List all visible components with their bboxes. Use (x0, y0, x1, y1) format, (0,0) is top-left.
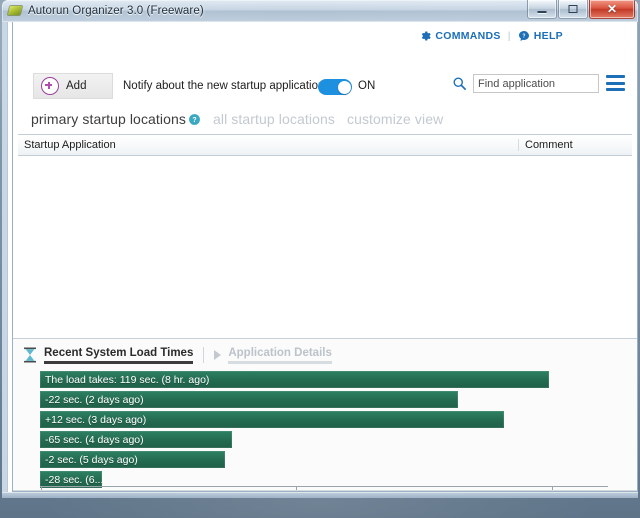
view-tabs: primary startup locations? all startup l… (13, 106, 637, 132)
load-times-chart: The load takes: 119 sec. (8 hr. ago) -22… (13, 369, 637, 491)
tab-all-startup-locations[interactable]: all startup locations (213, 111, 335, 127)
chart-bar-label: -22 sec. (2 days ago) (45, 393, 144, 406)
add-button-label: Add (66, 80, 87, 92)
hamburger-menu-icon[interactable] (606, 75, 625, 91)
tab-customize-view[interactable]: customize view (347, 111, 443, 127)
help-label: HELP (533, 30, 563, 42)
chart-bar-label: -2 sec. (5 days ago) (45, 453, 138, 466)
svg-text:?: ? (192, 117, 196, 124)
dock-tabs: Recent System Load Times Application Det… (13, 343, 637, 367)
minimize-button[interactable] (527, 0, 557, 19)
window-inner: COMMANDS | ? HELP Add Notify about the n… (12, 22, 638, 492)
top-links: COMMANDS | ? HELP (419, 30, 563, 42)
help-button[interactable]: ? HELP (518, 30, 563, 42)
application-window: Autorun Organizer 3.0 (Freeware) ✕ COMMA… (2, 0, 638, 514)
chart-bar: -65 sec. (4 days ago) (40, 431, 232, 448)
plus-circle-icon (41, 77, 59, 95)
commands-button[interactable]: COMMANDS (419, 30, 500, 42)
svg-text:?: ? (522, 33, 525, 39)
list-header: Startup Application Comment (18, 134, 632, 156)
bottom-dock: Recent System Load Times Application Det… (13, 338, 637, 491)
window-controls[interactable]: ✕ (527, 0, 635, 19)
chart-bar-label: +12 sec. (3 days ago) (45, 413, 147, 426)
close-button[interactable]: ✕ (589, 0, 635, 19)
maximize-button[interactable] (558, 0, 588, 19)
chart-bar: +12 sec. (3 days ago) (40, 411, 504, 428)
window-bottom-edge (2, 492, 638, 498)
add-button[interactable]: Add (33, 73, 113, 99)
dock-tab-separator (203, 347, 205, 363)
column-header-startup-application[interactable]: Startup Application (18, 139, 518, 151)
help-bubble-icon: ? (518, 30, 530, 42)
search-area (452, 74, 599, 93)
tab-primary-startup-locations[interactable]: primary startup locations? (31, 111, 201, 127)
notify-toggle[interactable] (318, 79, 352, 95)
chart-plot-area: The load takes: 119 sec. (8 hr. ago) -22… (40, 371, 608, 488)
window-client-area: COMMANDS | ? HELP Add Notify about the n… (2, 22, 638, 492)
window-title: Autorun Organizer 3.0 (Freeware) (28, 5, 204, 17)
search-icon[interactable] (452, 76, 467, 91)
dock-tab-application-details[interactable]: Application Details (228, 347, 332, 364)
chart-bar: -22 sec. (2 days ago) (40, 391, 458, 408)
toggle-state-label: ON (358, 80, 376, 92)
question-mark-icon[interactable]: ? (188, 113, 201, 126)
hourglass-icon (23, 347, 37, 363)
title-bar[interactable]: Autorun Organizer 3.0 (Freeware) ✕ (2, 0, 638, 22)
commands-label: COMMANDS (435, 30, 501, 42)
chart-bar: -2 sec. (5 days ago) (40, 451, 225, 468)
tab-primary-label: primary startup locations (31, 111, 187, 127)
chart-x-axis (40, 486, 608, 487)
gear-icon (419, 30, 431, 42)
links-separator: | (507, 30, 511, 42)
chart-bar-label: -65 sec. (4 days ago) (45, 433, 144, 446)
startup-application-list[interactable] (18, 156, 632, 336)
column-header-comment[interactable]: Comment (518, 139, 631, 151)
search-input[interactable] (473, 74, 599, 93)
dock-tab-recent-system-load-times[interactable]: Recent System Load Times (44, 347, 194, 364)
chart-bar-label: The load takes: 119 sec. (8 hr. ago) (45, 373, 210, 386)
notify-label: Notify about the new startup application… (123, 80, 331, 92)
app-icon (7, 5, 23, 17)
chart-bar-label: -28 sec. (6... (45, 473, 104, 486)
toolbar: COMMANDS | ? HELP Add Notify about the n… (13, 22, 637, 99)
toggle-knob (337, 80, 351, 94)
chart-bar: The load takes: 119 sec. (8 hr. ago) (40, 371, 549, 388)
play-triangle-icon (214, 350, 222, 360)
